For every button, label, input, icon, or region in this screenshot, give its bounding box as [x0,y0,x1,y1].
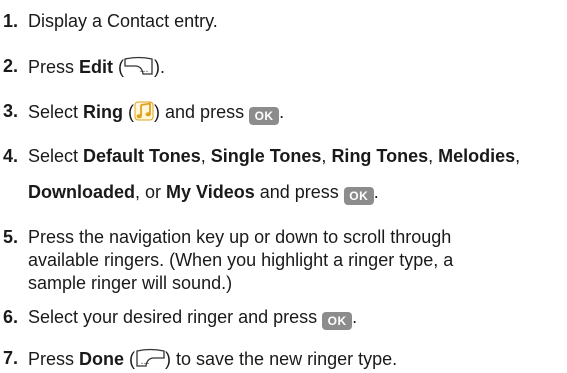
ok-key-icon: OK [343,187,374,205]
step-number: 3. [3,101,19,121]
right-softkey-icon: … [124,56,154,80]
step-number: 1. [3,11,19,31]
downloaded-keyword: Downloaded [28,182,135,202]
ok-key-icon: OK [249,107,280,125]
step-text: Display a Contact entry. [28,11,218,31]
step-number: 7. [3,348,19,368]
left-softkey-icon: … [135,348,165,372]
svg-text:…: … [141,357,150,367]
step-text: Press Edit (…). [28,56,563,80]
music-note-icon [134,101,154,125]
step-text: Select your desired ringer and press OK. [28,307,358,330]
step-text: Press Done (…) to save the new ringer ty… [28,348,563,372]
single-tones-keyword: Single Tones [210,146,322,166]
svg-text:…: … [140,65,149,75]
my-videos-keyword: My Videos [166,182,255,202]
step-number: 6. [3,307,19,327]
step-text: Select Default Tones, Single Tones, Ring… [28,146,521,205]
ok-key-icon: OK [322,312,353,330]
step-number: 2. [3,56,19,76]
default-tones-keyword: Default Tones [83,146,201,166]
ring-keyword: Ring [83,102,124,122]
melodies-keyword: Melodies [438,146,516,166]
step-text: Press the navigation key up or down to s… [28,227,454,293]
step-number: 5. [3,227,19,247]
edit-keyword: Edit [79,57,114,77]
done-keyword: Done [79,349,125,369]
step-number: 4. [3,146,19,166]
step-text: Select Ring () and press OK. [28,101,285,125]
ring-tones-keyword: Ring Tones [331,146,429,166]
